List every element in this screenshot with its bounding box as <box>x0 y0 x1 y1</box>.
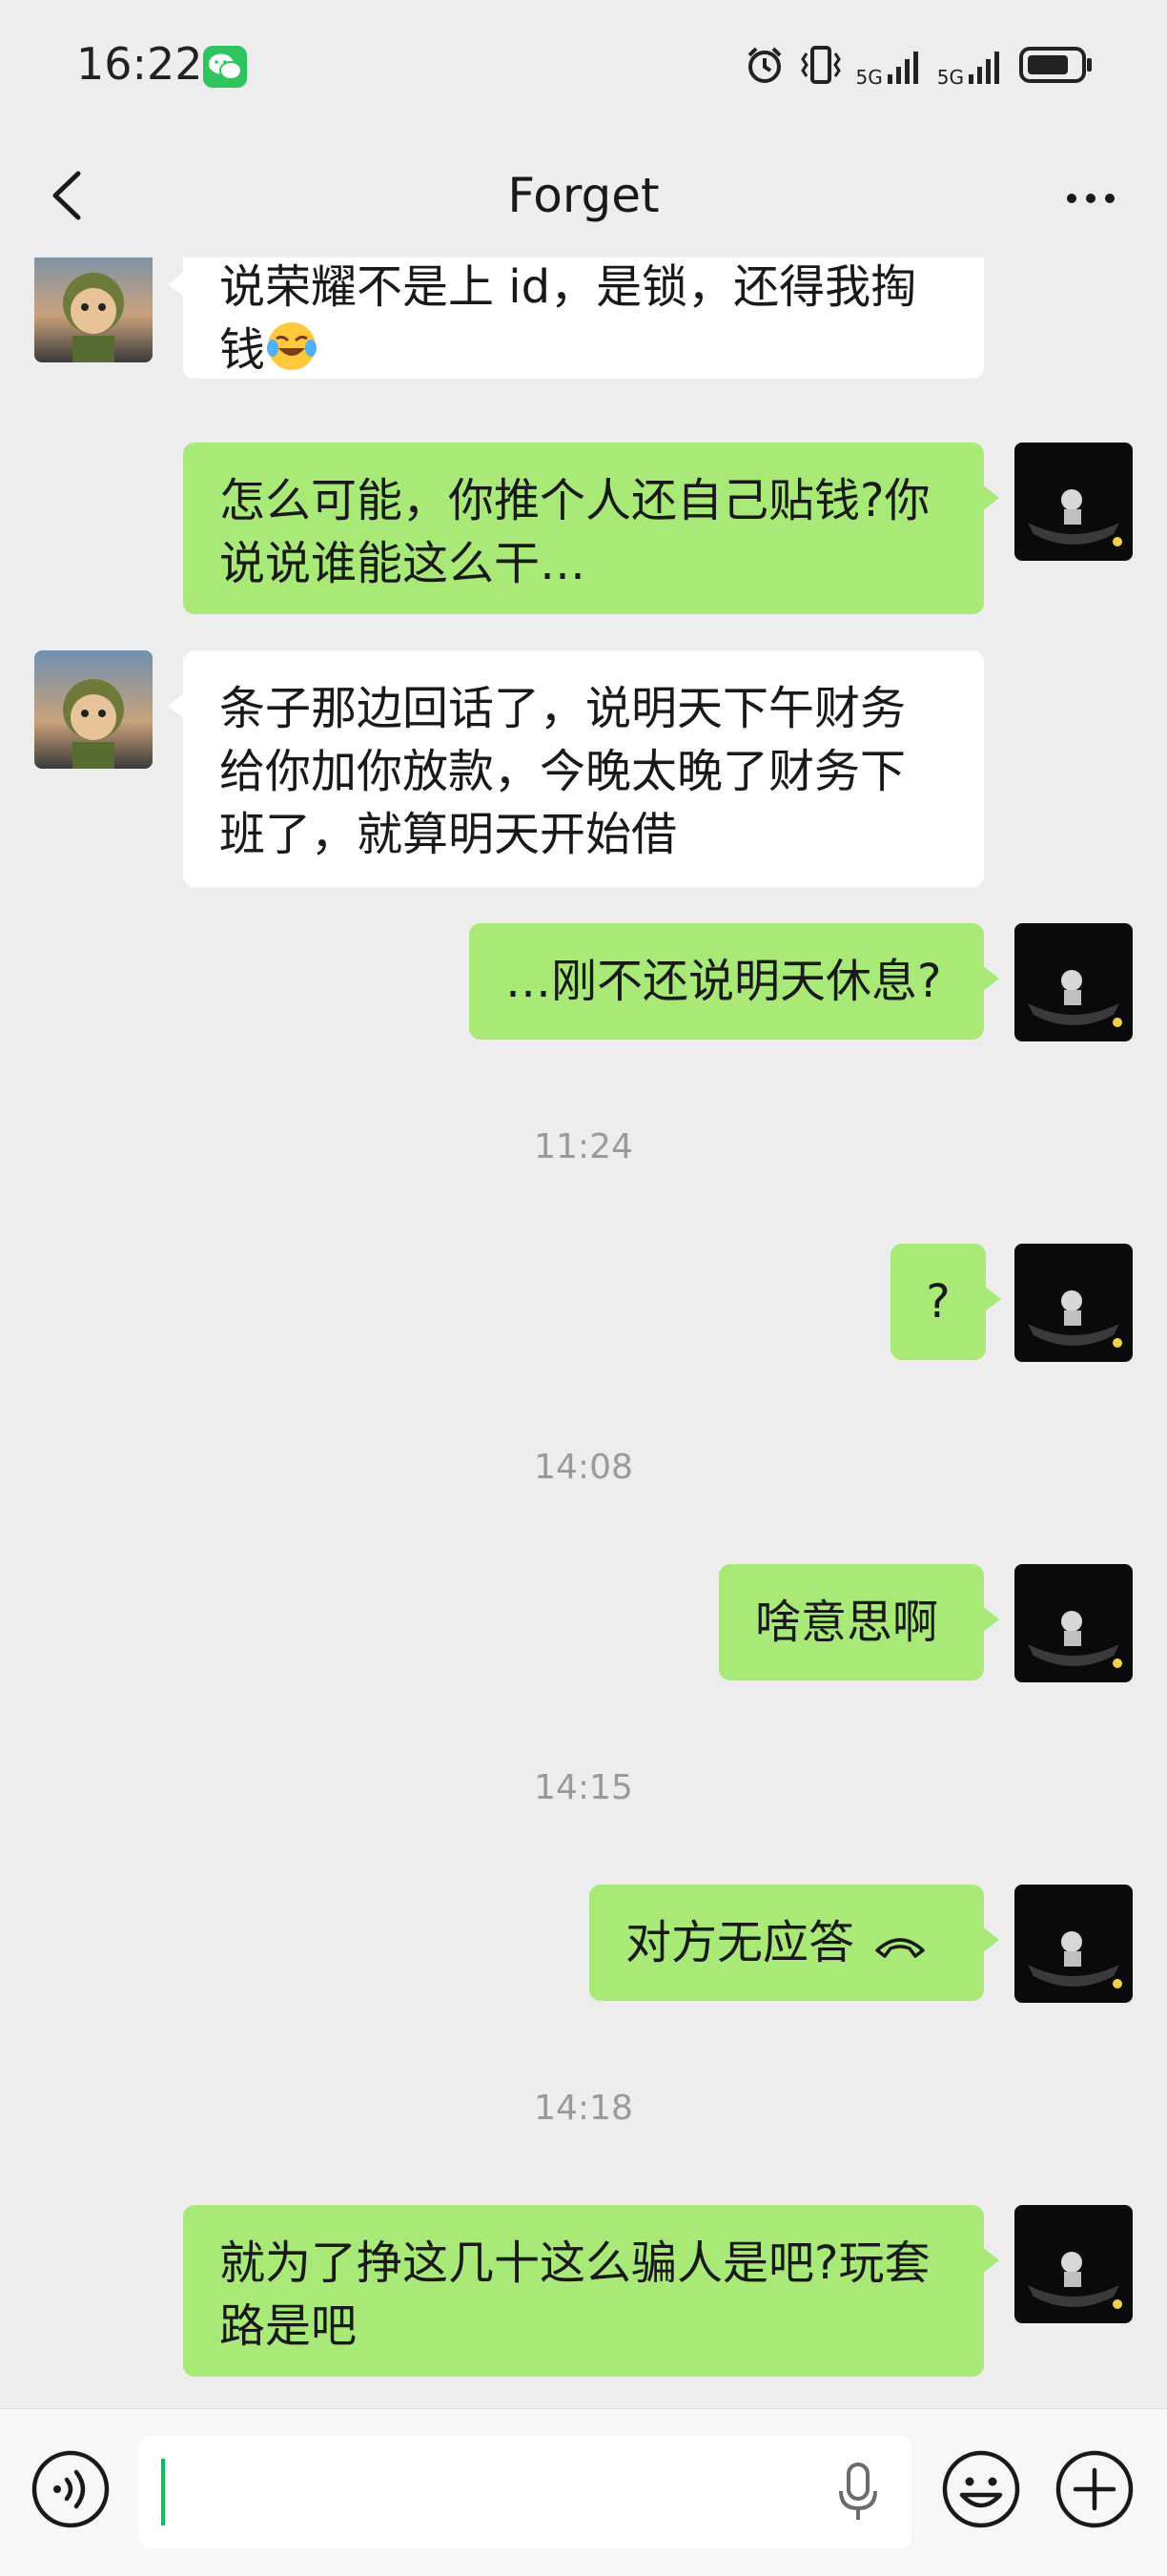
message-bubble-outgoing[interactable]: …刚不还说明天休息? <box>469 923 999 1040</box>
voice-input-button[interactable] <box>29 2447 113 2531</box>
message-timestamp: 11:24 <box>534 1127 633 1166</box>
message-text: 怎么可能，你推个人还自己贴钱?你说说谁能这么干… <box>219 474 931 590</box>
message-text: ? <box>926 1275 951 1329</box>
message-bubble-incoming[interactable]: 条子那边回话了，说明天下午财务给你加你放款，今晚太晚了财务下班了，就算明天开始借 <box>168 650 984 887</box>
laughing-tears-emoji-icon <box>265 319 318 373</box>
battery-icon <box>1018 45 1095 89</box>
more-functions-button[interactable] <box>1053 2447 1136 2531</box>
signal-5g-2-icon: 5G <box>937 48 1005 87</box>
message-bubble-outgoing[interactable]: ? <box>891 1244 1001 1360</box>
more-options-button[interactable] <box>1053 162 1129 229</box>
message-bubble-outgoing[interactable]: 就为了挣这几十这么骗人是吧?玩套路是吧 <box>183 2205 999 2377</box>
text-cursor <box>161 2459 165 2525</box>
message-text: 对方无应答 <box>625 1916 855 1969</box>
smiley-icon <box>942 2450 1020 2528</box>
alarm-icon <box>744 44 786 90</box>
message-bubble-incoming[interactable]: 说荣耀不是上 id，是锁，还得我掏钱 <box>168 258 984 379</box>
message-timestamp: 14:08 <box>534 1448 633 1487</box>
plus-icon <box>1055 2450 1134 2528</box>
signal-5g-1-icon: 5G <box>856 48 924 87</box>
message-text: 说荣耀不是上 id，是锁，还得我掏钱 <box>219 260 917 377</box>
my-avatar[interactable] <box>1014 1885 1133 2003</box>
message-input[interactable] <box>139 2436 911 2548</box>
my-avatar[interactable] <box>1014 923 1133 1041</box>
input-bar <box>0 2408 1167 2576</box>
more-dots-icon <box>1067 194 1115 203</box>
hangup-phone-icon <box>871 1917 929 1958</box>
contact-avatar[interactable] <box>34 650 153 769</box>
wechat-notification-icon <box>203 46 247 88</box>
my-avatar[interactable] <box>1014 443 1133 561</box>
message-text: 就为了挣这几十这么骗人是吧?玩套路是吧 <box>219 2236 931 2353</box>
vibrate-icon <box>799 44 843 90</box>
status-bar: 16:22 5G 5G <box>0 0 1167 134</box>
my-avatar[interactable] <box>1014 1564 1133 1682</box>
message-text: 啥意思啊 <box>755 1596 939 1649</box>
status-icons: 5G 5G <box>744 42 1095 92</box>
my-avatar[interactable] <box>1014 2205 1133 2323</box>
contact-avatar[interactable] <box>34 258 153 362</box>
microphone-icon[interactable] <box>831 2459 885 2525</box>
message-timestamp: 14:15 <box>534 1768 633 1807</box>
message-text: …刚不还说明天休息? <box>505 955 942 1008</box>
message-bubble-outgoing[interactable]: 啥意思啊 <box>719 1564 999 1680</box>
emoji-button[interactable] <box>939 2447 1023 2531</box>
call-record-bubble[interactable]: 对方无应答 <box>589 1885 999 2001</box>
chat-header: Forget <box>0 134 1167 258</box>
message-list[interactable]: 说荣耀不是上 id，是锁，还得我掏钱 怎么可能，你推个人还自己贴钱?你说说谁能这… <box>0 258 1167 2408</box>
status-time: 16:22 <box>76 38 203 90</box>
voice-wave-icon <box>31 2450 110 2528</box>
message-text: 条子那边回话了，说明天下午财务给你加你放款，今晚太晚了财务下班了，就算明天开始借 <box>219 682 907 861</box>
chat-title: Forget <box>507 168 660 223</box>
message-timestamp: 14:18 <box>534 2089 633 2128</box>
my-avatar[interactable] <box>1014 1244 1133 1362</box>
message-bubble-outgoing[interactable]: 怎么可能，你推个人还自己贴钱?你说说谁能这么干… <box>183 443 999 614</box>
